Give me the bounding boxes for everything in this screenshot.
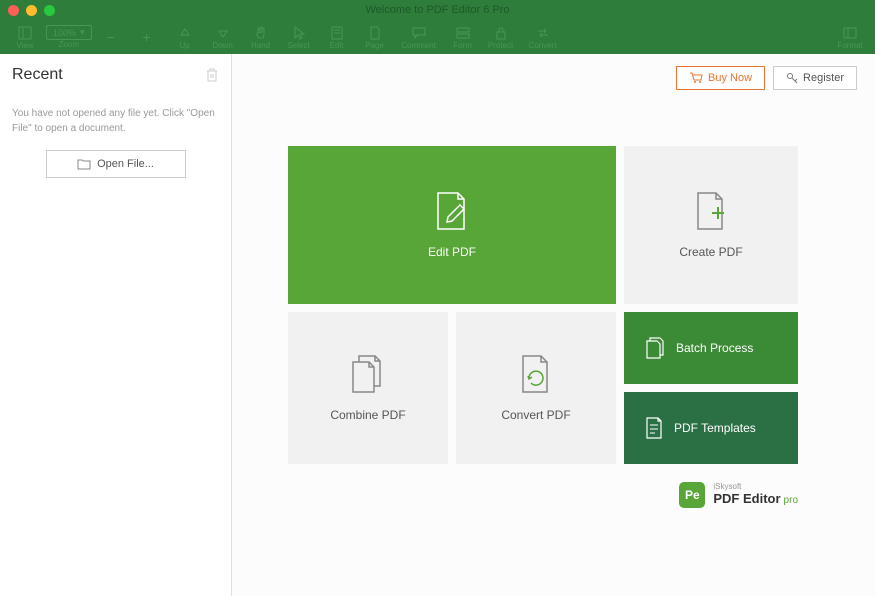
create-pdf-icon (694, 191, 728, 231)
sidebar: Recent You have not opened any file yet.… (0, 54, 232, 596)
batch-icon (644, 336, 666, 360)
page-icon (367, 25, 383, 41)
folder-icon (77, 158, 91, 170)
tile-create-pdf[interactable]: Create PDF (624, 146, 798, 304)
tile-grid: Edit PDF Create PDF Combine PDF Convert … (288, 146, 798, 464)
zoom-out-button[interactable]: − (94, 21, 128, 53)
tile-edit-pdf[interactable]: Edit PDF (288, 146, 616, 304)
open-file-button[interactable]: Open File... (46, 150, 186, 178)
register-button[interactable]: Register (773, 66, 857, 90)
toolbar-view[interactable]: View (8, 21, 42, 53)
trash-icon[interactable] (205, 67, 219, 83)
register-label: Register (803, 72, 844, 84)
toolbar-label: Select (287, 41, 309, 50)
toolbar-protect[interactable]: Protect (484, 21, 518, 53)
convert-icon (535, 25, 551, 41)
toolbar-label: Zoom (59, 40, 79, 49)
tile-batch-process[interactable]: Batch Process (624, 312, 798, 384)
combine-pdf-icon (349, 354, 387, 394)
tile-pdf-templates[interactable]: PDF Templates (624, 392, 798, 464)
format-icon (842, 25, 858, 41)
arrow-up-icon (177, 25, 193, 41)
brand-product: PDF Editorpro (713, 492, 798, 506)
tile-label: Batch Process (676, 341, 753, 355)
toolbar-page[interactable]: Page (358, 21, 392, 53)
toolbar-zoom-group: 100% ▾ Zoom − + (46, 21, 164, 53)
toolbar-label: Down (212, 41, 232, 50)
convert-pdf-icon (519, 354, 553, 394)
sidebar-title: Recent (12, 66, 63, 84)
toolbar-label: Up (179, 41, 189, 50)
open-file-label: Open File... (97, 158, 154, 170)
toolbar-zoom[interactable]: 100% ▾ Zoom (46, 21, 92, 53)
toolbar-label: Comment (401, 41, 436, 50)
toolbar-up[interactable]: Up (168, 21, 202, 53)
tile-label: Combine PDF (330, 408, 405, 422)
toolbar-label: Page (365, 41, 384, 50)
toolbar-label: Hand (251, 41, 270, 50)
toolbar-form[interactable]: Form (446, 21, 480, 53)
edit-icon (329, 25, 345, 41)
zoom-level[interactable]: 100% ▾ (46, 25, 92, 40)
top-actions: Buy Now Register (250, 66, 857, 90)
window-titlebar: Welcome to PDF Editor 6 Pro (0, 0, 875, 20)
buy-now-button[interactable]: Buy Now (676, 66, 765, 90)
toolbar-select[interactable]: Select (282, 21, 316, 53)
templates-icon (644, 416, 664, 440)
view-icon (17, 25, 33, 41)
tile-convert-pdf[interactable]: Convert PDF (456, 312, 616, 464)
tile-label: Create PDF (679, 245, 742, 259)
window-title: Welcome to PDF Editor 6 Pro (0, 4, 875, 16)
buy-now-label: Buy Now (708, 72, 752, 84)
main-toolbar: View 100% ▾ Zoom − + Up Down Hand Select… (0, 20, 875, 54)
toolbar-down[interactable]: Down (206, 21, 240, 53)
brand-badge: Pe (679, 482, 705, 508)
content-area: Buy Now Register Edit PDF Create PDF (232, 54, 875, 596)
sidebar-empty-message: You have not opened any file yet. Click … (12, 106, 219, 136)
tile-label: Edit PDF (428, 245, 476, 259)
hand-icon (253, 25, 269, 41)
cart-icon (689, 72, 703, 84)
toolbar-format[interactable]: Format (833, 21, 867, 53)
chevron-down-icon: ▾ (80, 27, 85, 38)
tile-label: Convert PDF (501, 408, 570, 422)
toolbar-label: View (16, 41, 33, 50)
arrow-down-icon (215, 25, 231, 41)
brand-text: iSkysoft PDF Editorpro (713, 483, 798, 506)
toolbar-label: Edit (330, 41, 344, 50)
lock-icon (493, 25, 509, 41)
comment-icon (411, 25, 427, 41)
form-icon (455, 25, 471, 41)
zoom-in-button[interactable]: + (130, 21, 164, 53)
edit-pdf-icon (434, 191, 470, 231)
toolbar-label: Format (837, 41, 862, 50)
toolbar-convert[interactable]: Convert (522, 21, 564, 53)
toolbar-label: Form (453, 41, 472, 50)
branding: Pe iSkysoft PDF Editorpro (288, 482, 798, 508)
tile-combine-pdf[interactable]: Combine PDF (288, 312, 448, 464)
key-icon (786, 72, 798, 84)
toolbar-hand[interactable]: Hand (244, 21, 278, 53)
toolbar-label: Convert (529, 41, 557, 50)
cursor-icon (291, 25, 307, 41)
main-area: Recent You have not opened any file yet.… (0, 54, 875, 596)
toolbar-comment[interactable]: Comment (396, 21, 442, 53)
toolbar-label: Protect (488, 41, 513, 50)
tile-label: PDF Templates (674, 421, 756, 435)
sidebar-header: Recent (12, 62, 219, 92)
toolbar-edit[interactable]: Edit (320, 21, 354, 53)
